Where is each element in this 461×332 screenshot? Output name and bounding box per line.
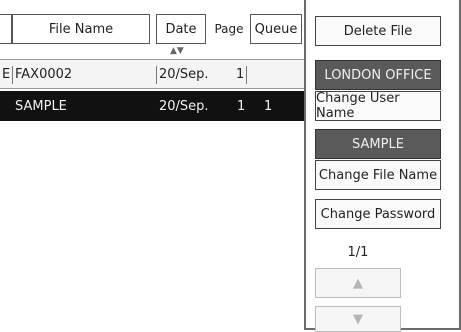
page-indicator: 1/1 <box>347 245 369 260</box>
file-row[interactable]: E FAX0002 20/Sep. 1 <box>0 59 304 89</box>
column-header-date[interactable]: Date <box>156 14 206 44</box>
page-down-button[interactable]: ▼ <box>315 306 401 332</box>
column-header-file-name[interactable]: File Name <box>12 14 150 44</box>
file-row-name: SAMPLE <box>15 98 67 114</box>
change-user-name-label: Change User Name <box>316 91 400 121</box>
column-header-queue[interactable]: Queue <box>250 14 302 44</box>
arrow-down-icon: ▼ <box>353 311 363 327</box>
sort-arrows-icon: ▲▼ <box>170 46 184 56</box>
column-header-page-label: Page <box>214 22 244 36</box>
column-header-selector[interactable] <box>0 14 12 44</box>
change-user-name-button[interactable]: Change User Name <box>315 91 441 121</box>
change-file-name-button[interactable]: Change File Name <box>315 160 441 190</box>
column-header-queue-label: Queue <box>254 21 298 37</box>
file-row-date: 20/Sep. <box>159 98 209 114</box>
change-password-button[interactable]: Change Password <box>315 199 441 229</box>
file-row-date: 20/Sep. <box>159 66 209 82</box>
file-name-display: SAMPLE <box>315 129 441 159</box>
file-row-queue: 1 <box>264 98 273 114</box>
column-divider <box>156 66 157 84</box>
file-name-value: SAMPLE <box>352 136 404 152</box>
arrow-up-icon: ▲ <box>353 275 363 291</box>
column-divider <box>12 66 13 84</box>
file-row-selected[interactable]: SAMPLE 20/Sep. 1 1 <box>0 91 304 121</box>
file-row-prefix: E <box>2 66 11 82</box>
column-divider <box>246 66 247 84</box>
column-header-date-label: Date <box>165 21 197 37</box>
column-header-page: Page <box>210 14 248 44</box>
delete-file-button[interactable]: Delete File <box>315 16 441 46</box>
file-row-page: 1 <box>236 66 245 82</box>
page-up-button[interactable]: ▲ <box>315 268 401 298</box>
user-name-display: LONDON OFFICE <box>315 60 441 90</box>
column-header-file-name-label: File Name <box>48 21 114 37</box>
file-row-name: FAX0002 <box>15 66 73 82</box>
delete-file-label: Delete File <box>343 23 413 39</box>
user-name-value: LONDON OFFICE <box>324 67 432 83</box>
file-list-panel: File Name Date ▲▼ Page Queue E FAX0002 2… <box>0 0 306 330</box>
file-row-page: 1 <box>237 98 246 114</box>
change-file-name-label: Change File Name <box>318 167 438 183</box>
change-password-label: Change Password <box>320 206 436 222</box>
